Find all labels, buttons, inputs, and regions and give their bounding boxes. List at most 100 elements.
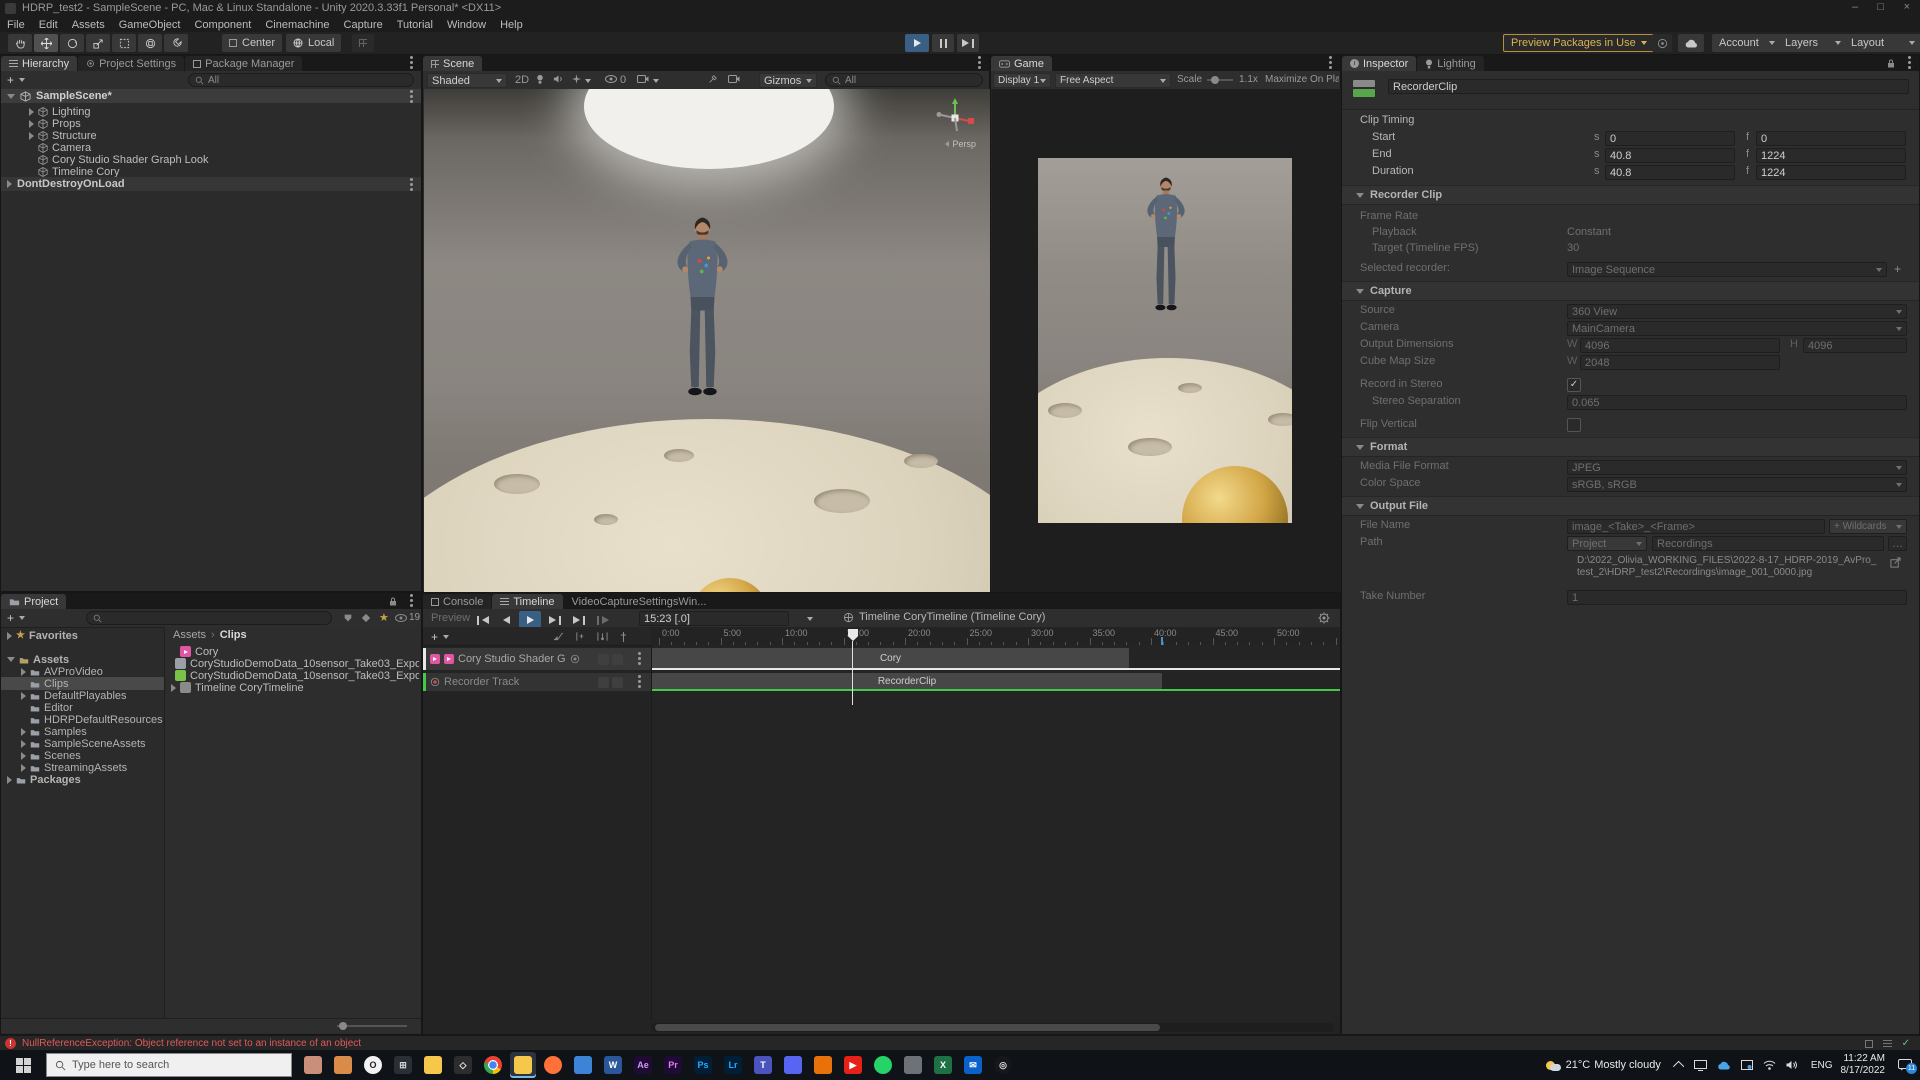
scale-slider-handle[interactable] xyxy=(1211,76,1219,84)
create-asset-button[interactable]: + xyxy=(7,611,14,625)
menu-help[interactable]: Help xyxy=(493,19,530,31)
lighting-toggle-icon[interactable] xyxy=(535,74,545,85)
play-button[interactable] xyxy=(905,34,929,52)
expand-arrow-icon[interactable] xyxy=(29,132,34,140)
grid-snap-button[interactable] xyxy=(352,34,374,52)
taskbar-app-app-blue[interactable] xyxy=(570,1052,596,1078)
taskbar-app-youtube[interactable]: ▶ xyxy=(840,1052,866,1078)
progress-icon[interactable] xyxy=(1865,1040,1873,1048)
scene-viewport[interactable]: Persp xyxy=(424,89,990,592)
track-mute-icon[interactable] xyxy=(598,677,609,688)
panel-menu-icon[interactable] xyxy=(1908,61,1911,64)
output-width-field[interactable]: 4096 xyxy=(1580,338,1780,353)
taskbar-app-premiere[interactable]: Pr xyxy=(660,1052,686,1078)
space-toggle-button[interactable]: Local xyxy=(286,34,341,52)
rect-tool-button[interactable] xyxy=(112,34,136,52)
custom-tool-button[interactable] xyxy=(164,34,188,52)
taskbar-app-mail[interactable]: ✉ xyxy=(960,1052,986,1078)
output-height-field[interactable]: 4096 xyxy=(1803,338,1907,353)
icon-size-slider[interactable] xyxy=(337,1025,407,1027)
record-toggle-icon[interactable] xyxy=(570,654,580,664)
expand-arrow-icon[interactable] xyxy=(21,764,26,772)
weather-icon[interactable] xyxy=(1546,1059,1561,1071)
track-header-shader-graph[interactable]: Cory Studio Shader Graph xyxy=(423,648,651,670)
layers-dropdown[interactable]: Layers xyxy=(1778,34,1848,52)
taskbar-app-app-gray[interactable] xyxy=(900,1052,926,1078)
gizmos-dropdown[interactable]: Gizmos xyxy=(759,73,817,88)
tab-game[interactable]: Game xyxy=(991,56,1052,71)
timecode-field[interactable]: 15:23 [.0] xyxy=(639,611,789,626)
cube-map-width-field[interactable]: 2048 xyxy=(1580,355,1780,370)
menu-capture[interactable]: Capture xyxy=(337,19,390,31)
taskbar-app-discord[interactable] xyxy=(780,1052,806,1078)
effects-dropdown-icon[interactable] xyxy=(585,79,591,83)
add-recorder-button[interactable]: + xyxy=(1894,262,1901,276)
toggle-2d-button[interactable]: 2D xyxy=(515,74,529,86)
taskbar-app-task-view[interactable]: ⊞ xyxy=(390,1052,416,1078)
expand-arrow-icon[interactable] xyxy=(21,692,26,700)
asset-timeline-corytimeline-3[interactable]: Timeline CoryTimeline xyxy=(171,681,419,694)
camera-dropdown[interactable]: MainCamera xyxy=(1567,321,1907,336)
stereo-separation-field[interactable]: 0.065 xyxy=(1567,395,1907,410)
taskbar-app-teams[interactable]: T xyxy=(750,1052,776,1078)
taskbar-app-photoshop[interactable]: Ps xyxy=(690,1052,716,1078)
timeline-hscrollbar[interactable] xyxy=(651,1023,1334,1032)
browse-path-button[interactable]: … xyxy=(1888,536,1907,551)
source-dropdown[interactable]: 360 View xyxy=(1567,304,1907,319)
start-frames-field[interactable]: 0 xyxy=(1756,131,1906,146)
move-tool-button[interactable] xyxy=(34,34,58,52)
step-button[interactable] xyxy=(957,34,979,52)
tab-timeline[interactable]: Timeline xyxy=(492,594,562,609)
scene-camera-icon[interactable] xyxy=(728,75,740,83)
maximize-button[interactable]: □ xyxy=(1877,1,1884,13)
pivot-toggle-button[interactable]: Center xyxy=(222,34,282,52)
language-indicator[interactable]: ENG xyxy=(1811,1060,1833,1071)
output-file-foldout[interactable]: Output File xyxy=(1342,496,1919,516)
expand-icon[interactable] xyxy=(7,180,12,188)
search-by-label-icon[interactable] xyxy=(361,613,371,623)
timecode-dropdown-icon[interactable] xyxy=(807,617,813,621)
path-field[interactable]: Recordings xyxy=(1652,536,1884,551)
start-seconds-field[interactable]: 0 xyxy=(1605,131,1735,146)
maximize-on-play-toggle[interactable]: Maximize On Play xyxy=(1265,74,1339,85)
taskbar-app-excel[interactable]: X xyxy=(930,1052,956,1078)
end-frames-field[interactable]: 1224 xyxy=(1756,148,1906,163)
taskbar-app-app-bear[interactable] xyxy=(330,1052,356,1078)
track-menu-icon[interactable] xyxy=(638,657,641,660)
rotate-tool-button[interactable] xyxy=(60,34,84,52)
icon-size-slider-handle[interactable] xyxy=(339,1022,347,1030)
take-number-field[interactable]: 1 xyxy=(1567,590,1907,605)
cloud-button[interactable] xyxy=(1678,34,1704,52)
color-space-dropdown[interactable]: sRGB, sRGB xyxy=(1567,477,1907,492)
console-status-icon[interactable] xyxy=(1883,1040,1892,1047)
effects-toggle-icon[interactable] xyxy=(571,74,582,84)
hand-tool-button[interactable] xyxy=(8,34,32,52)
aspect-dropdown[interactable]: Free Aspect xyxy=(1055,73,1171,88)
add-track-button[interactable]: + xyxy=(431,630,438,644)
capture-foldout[interactable]: Capture xyxy=(1342,281,1919,301)
tab-video-capture-settings[interactable]: VideoCaptureSettingsWin... xyxy=(564,594,715,609)
error-message[interactable]: NullReferenceException: Object reference… xyxy=(22,1038,361,1049)
hidden-objects-icon[interactable] xyxy=(605,75,617,83)
panel-menu-icon[interactable] xyxy=(410,599,413,602)
collab-button[interactable] xyxy=(1652,34,1672,52)
expand-arrow-icon[interactable] xyxy=(21,728,26,736)
selected-recorder-dropdown[interactable]: Image Sequence xyxy=(1567,262,1887,277)
minimize-button[interactable]: – xyxy=(1852,1,1858,13)
camera-dropdown-icon[interactable] xyxy=(653,79,659,83)
taskbar-app-unity-hub[interactable]: ◇ xyxy=(450,1052,476,1078)
taskbar-search-input[interactable]: Type here to search xyxy=(46,1053,292,1077)
taskbar-app-after-effects[interactable]: Ae xyxy=(630,1052,656,1078)
wifi-icon[interactable] xyxy=(1763,1060,1776,1070)
taskbar-app-app-orange[interactable] xyxy=(810,1052,836,1078)
tab-project[interactable]: Project xyxy=(1,594,66,609)
expand-arrow-icon[interactable] xyxy=(29,108,34,116)
tab-console[interactable]: Console xyxy=(423,594,491,609)
pause-button[interactable] xyxy=(932,34,954,52)
menu-cinemachine[interactable]: Cinemachine xyxy=(258,19,336,31)
file-name-field[interactable]: image_<Take>_<Frame> xyxy=(1567,519,1825,534)
persp-indicator[interactable]: Persp xyxy=(945,139,976,149)
expand-arrow-icon[interactable] xyxy=(21,668,26,676)
tab-inspector[interactable]: iInspector xyxy=(1342,56,1416,71)
menu-component[interactable]: Component xyxy=(187,19,258,31)
